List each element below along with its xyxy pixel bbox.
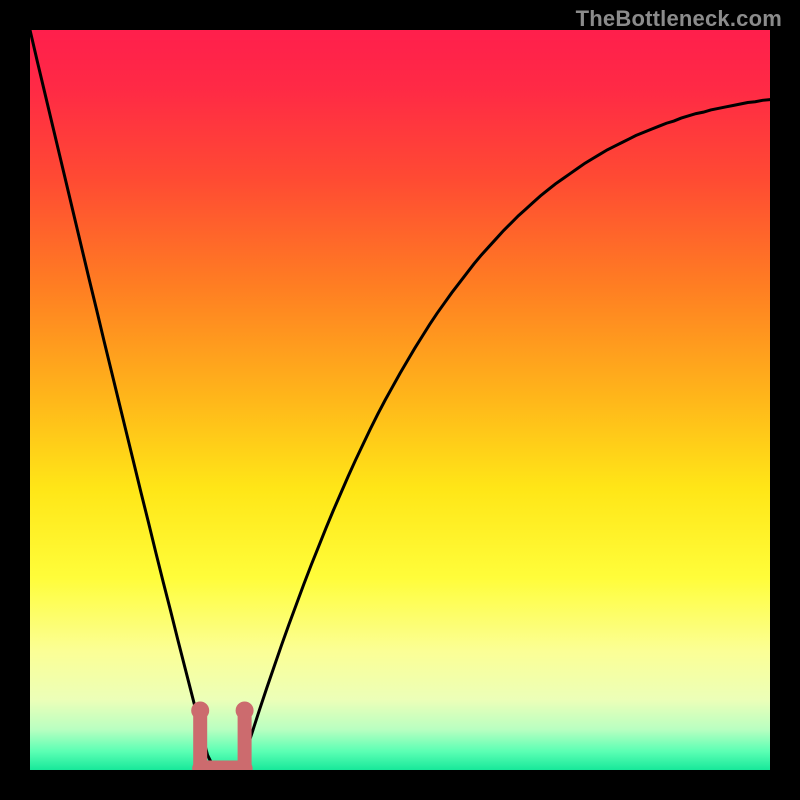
chart-svg: [30, 30, 770, 770]
plot-area: [30, 30, 770, 770]
gradient-background: [30, 30, 770, 770]
marker-left-dot: [191, 702, 209, 720]
watermark-text: TheBottleneck.com: [576, 6, 782, 32]
marker-right-dot: [236, 702, 254, 720]
outer-frame: TheBottleneck.com: [0, 0, 800, 800]
